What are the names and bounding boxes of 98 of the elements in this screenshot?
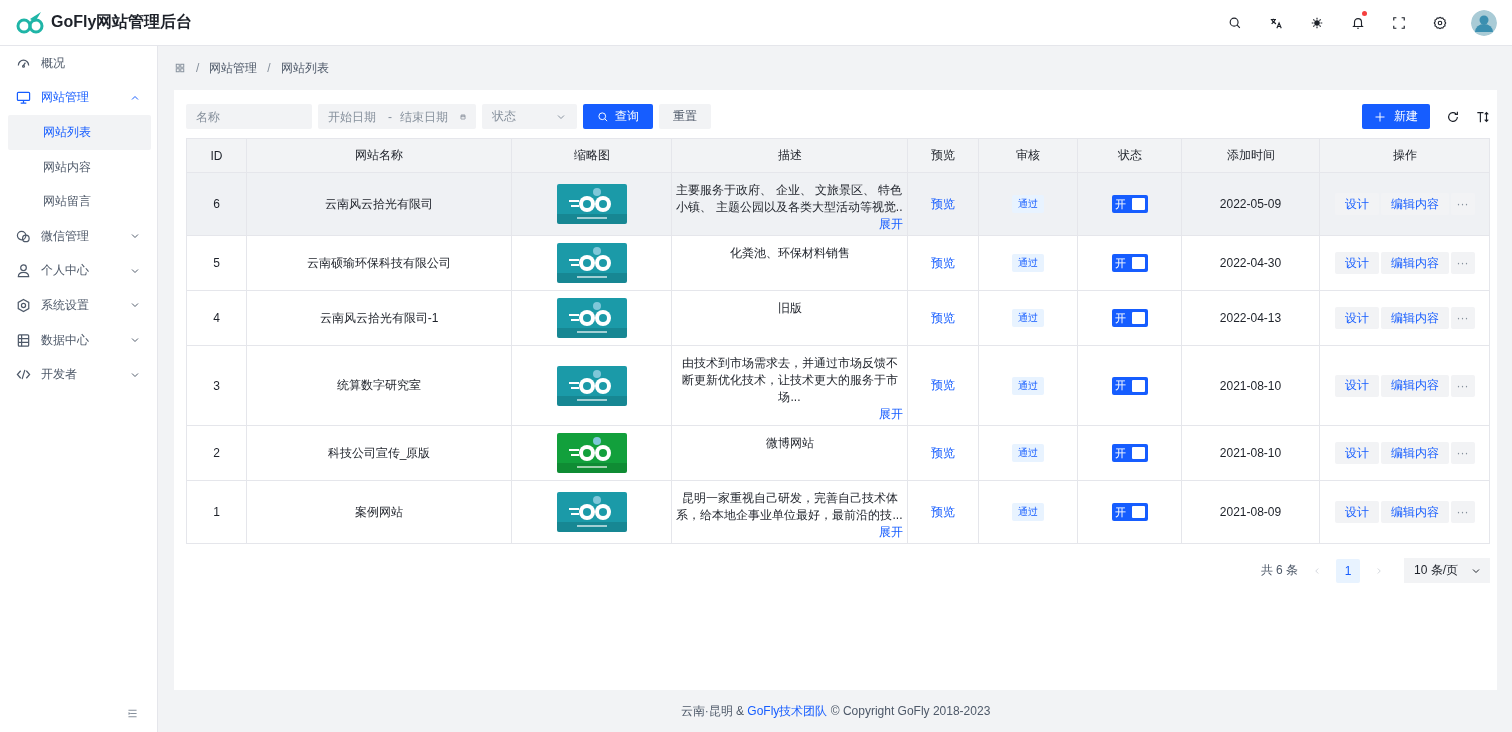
design-button[interactable]: 设计 xyxy=(1334,374,1379,397)
status-switch[interactable]: 开 xyxy=(1111,503,1148,521)
column-header: 网站名称 xyxy=(246,138,512,173)
range-separator: - xyxy=(388,109,392,124)
status-switch[interactable]: 开 xyxy=(1111,195,1148,213)
edit-content-button[interactable]: 编辑内容 xyxy=(1380,442,1449,464)
footer-text: 云南·昆明 & GoFly技术团队 © Copyright GoFly 2018-2023 xyxy=(680,702,991,720)
expand-link[interactable]: 展开 xyxy=(676,524,903,541)
status-switch[interactable]: 开 xyxy=(1111,376,1148,395)
description-text: 昆明一家重视自己研发，完善自己技术体系，给本地企事业单位最好，最前沿的技... xyxy=(676,491,903,522)
audit-tag: 通过 xyxy=(1012,503,1044,521)
design-button[interactable]: 设计 xyxy=(1334,307,1379,329)
more-button[interactable]: ··· xyxy=(1450,442,1475,464)
sidebar-item[interactable]: 数据中心 xyxy=(8,322,151,358)
app-title: GoFly网站管理后台 xyxy=(51,12,193,32)
preview-link[interactable]: 预览 xyxy=(931,504,955,519)
audit-tag: 通过 xyxy=(1012,309,1044,327)
audit-tag: 通过 xyxy=(1012,444,1044,462)
status-switch[interactable]: 开 xyxy=(1111,444,1148,462)
preview-link[interactable]: 预览 xyxy=(931,310,955,325)
more-button[interactable]: ··· xyxy=(1450,252,1475,274)
status-select[interactable]: 状态 xyxy=(482,104,577,129)
team-link[interactable]: GoFly技术团队 xyxy=(747,703,828,718)
date-range-field[interactable]: 开始日期 - 结束日期 xyxy=(318,104,476,129)
start-date-input[interactable]: 开始日期 xyxy=(328,109,380,124)
breadcrumb-separator: / xyxy=(196,61,200,75)
table-cell: 5 xyxy=(186,235,247,291)
name-field[interactable]: 名称 xyxy=(186,104,312,129)
column-header: 预览 xyxy=(907,138,979,173)
column-header: 状态 xyxy=(1077,138,1182,173)
page-button[interactable]: 1 xyxy=(1336,558,1360,583)
table-cell: 3 xyxy=(186,345,247,426)
column-header: 审核 xyxy=(978,138,1078,173)
table-cell: 2022-04-13 xyxy=(1181,290,1320,346)
page-size-select[interactable]: 10 条/页 xyxy=(1404,558,1490,583)
edit-content-button[interactable]: 编辑内容 xyxy=(1380,501,1449,523)
sidebar-item[interactable]: 开发者 xyxy=(8,357,151,392)
table-cell: 统算数字研究室 xyxy=(246,345,512,426)
column-header: ID xyxy=(186,138,247,173)
more-button[interactable]: ··· xyxy=(1450,307,1475,329)
preview-link[interactable]: 预览 xyxy=(931,196,955,211)
edit-content-button[interactable]: 编辑内容 xyxy=(1380,252,1449,274)
table-cell: 2022-05-09 xyxy=(1181,172,1320,236)
table-cell: 1 xyxy=(186,480,247,544)
table-cell: 云南风云拾光有限司-1 xyxy=(246,290,512,346)
description-text: 主要服务于政府、 企业、 文旅景区、 特色小镇、 主题公园以及各类大型活动等视觉.. xyxy=(676,183,903,214)
sidebar-item[interactable]: 网站管理 xyxy=(8,80,151,116)
sidebar-subitem[interactable]: 网站列表 xyxy=(8,115,151,150)
table-cell: 2021-08-10 xyxy=(1181,345,1320,426)
table-cell: 科技公司宣传_原版 xyxy=(246,425,512,481)
sidebar-item[interactable]: 系统设置 xyxy=(8,288,151,323)
edit-content-button[interactable]: 编辑内容 xyxy=(1380,374,1449,397)
more-button[interactable]: ··· xyxy=(1450,501,1475,523)
table-cell: 云南硕瑜环保科技有限公司 xyxy=(246,235,512,291)
table-cell: 案例网站 xyxy=(246,480,512,544)
table-cell: 云南风云拾光有限司 xyxy=(246,172,512,236)
sidebar-subitem[interactable]: 网站留言 xyxy=(8,184,151,219)
audit-tag: 通过 xyxy=(1012,376,1044,395)
preview-link[interactable]: 预览 xyxy=(931,255,955,270)
column-header: 添加时间 xyxy=(1181,138,1320,173)
design-button[interactable]: 设计 xyxy=(1334,252,1379,274)
design-button[interactable]: 设计 xyxy=(1334,501,1379,523)
status-switch[interactable]: 开 xyxy=(1111,309,1148,327)
sidebar-item[interactable]: 概况 xyxy=(8,46,151,81)
sidebar-item[interactable]: 个人中心 xyxy=(8,253,151,289)
table-cell: 2021-08-09 xyxy=(1181,480,1320,544)
status-switch[interactable]: 开 xyxy=(1111,254,1148,272)
description-text: 旧版 xyxy=(777,301,802,315)
description-text: 化粪池、环保材料销售 xyxy=(729,246,850,260)
table-cell: 2 xyxy=(186,425,247,481)
preview-link[interactable]: 预览 xyxy=(931,378,955,392)
column-header: 描述 xyxy=(671,138,908,173)
column-header: 缩略图 xyxy=(511,138,672,173)
breadcrumb-item: 网站列表 xyxy=(280,59,329,77)
breadcrumb-item[interactable]: 网站管理 xyxy=(209,59,258,77)
sidebar-subitem[interactable]: 网站内容 xyxy=(8,149,151,185)
edit-content-button[interactable]: 编辑内容 xyxy=(1380,307,1449,329)
end-date-input[interactable]: 结束日期 xyxy=(400,109,452,124)
table-cell: 6 xyxy=(186,172,247,236)
description-text: 由技术到市场需求去，并通过市场反馈不断更新优化技术，让技术更大的服务于市场... xyxy=(681,356,898,404)
table-cell: 2021-08-10 xyxy=(1181,425,1320,481)
description-text: 微博网站 xyxy=(765,436,814,450)
expand-link[interactable]: 展开 xyxy=(676,406,903,423)
preview-link[interactable]: 预览 xyxy=(931,445,955,460)
total-count: 共 6 条 xyxy=(1260,562,1298,579)
table-cell: 4 xyxy=(186,290,247,346)
new-button[interactable]: 新建 xyxy=(1362,104,1430,129)
expand-link[interactable]: 展开 xyxy=(676,216,903,233)
table-cell: 2022-04-30 xyxy=(1181,235,1320,291)
reset-button[interactable]: 重置 xyxy=(659,104,711,129)
breadcrumb-separator: / xyxy=(267,61,271,75)
audit-tag: 通过 xyxy=(1012,195,1044,213)
search-button[interactable]: 查询 xyxy=(583,104,653,129)
audit-tag: 通过 xyxy=(1012,254,1044,272)
more-button[interactable]: ··· xyxy=(1450,374,1475,397)
column-header: 操作 xyxy=(1319,138,1490,173)
sidebar-item[interactable]: 微信管理 xyxy=(8,218,151,254)
design-button[interactable]: 设计 xyxy=(1334,442,1379,464)
